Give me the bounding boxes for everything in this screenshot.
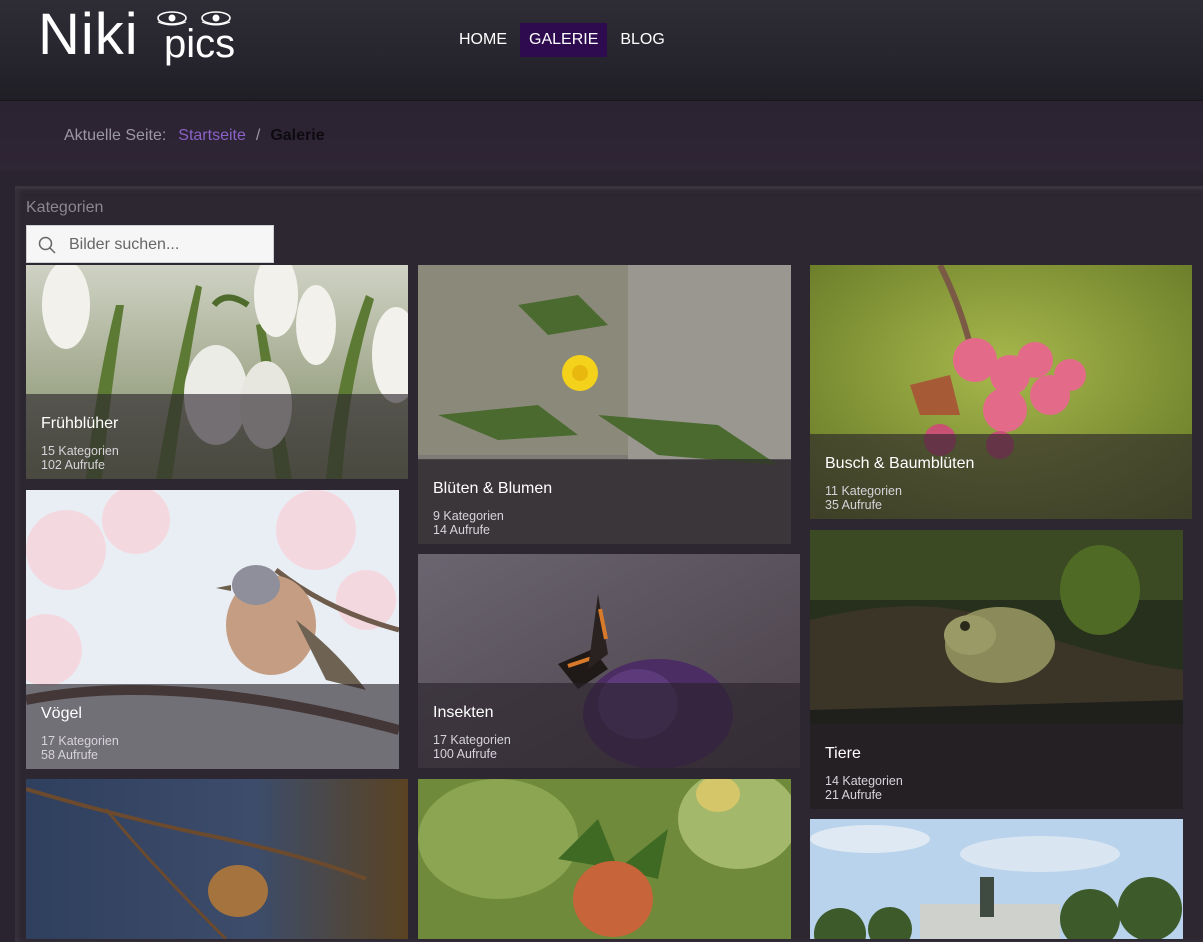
card-title: Busch & Baumblüten — [825, 455, 975, 472]
breadcrumb-home-link[interactable]: Startseite — [178, 127, 246, 145]
card-view-count: 102 Aufrufe — [41, 458, 105, 472]
gallery-card-partial-larch[interactable] — [26, 779, 408, 939]
card-category-count: 9 Kategorien — [433, 509, 504, 523]
card-meta: 15 Kategorien 102 Aufrufe — [41, 444, 119, 472]
site-logo[interactable]: Niki pics — [38, 2, 248, 72]
card-image — [26, 779, 408, 939]
main-nav: HOME GALERIE BLOG — [450, 23, 674, 57]
gallery-card-busch-baumblueten[interactable]: Busch & Baumblüten 11 Kategorien 35 Aufr… — [810, 265, 1192, 519]
card-meta: 17 Kategorien 100 Aufrufe — [433, 733, 511, 761]
search-box — [26, 225, 274, 264]
card-category-count: 17 Kategorien — [41, 734, 119, 748]
card-meta: 14 Kategorien 21 Aufrufe — [825, 774, 903, 802]
breadcrumb-prefix: Aktuelle Seite: — [64, 127, 167, 144]
gallery-card-blueten-blumen[interactable]: Blüten & Blumen 9 Kategorien 14 Aufrufe — [418, 265, 791, 544]
breadcrumb-separator: / — [255, 127, 261, 144]
gallery-card-tiere[interactable]: Tiere 14 Kategorien 21 Aufrufe — [810, 530, 1183, 809]
card-title: Tiere — [825, 745, 861, 762]
card-image — [810, 819, 1183, 939]
card-view-count: 100 Aufrufe — [433, 747, 497, 761]
gallery-card-partial-monument[interactable] — [810, 819, 1183, 939]
gallery-card-insekten[interactable]: Insekten 17 Kategorien 100 Aufrufe — [418, 554, 800, 768]
nav-galerie[interactable]: GALERIE — [520, 23, 608, 57]
card-category-count: 11 Kategorien — [825, 484, 902, 498]
logo-text-niki: Niki — [38, 2, 139, 67]
card-meta: 9 Kategorien 14 Aufrufe — [433, 509, 504, 537]
search-icon — [38, 236, 56, 254]
card-view-count: 58 Aufrufe — [41, 748, 98, 762]
card-meta: 11 Kategorien 35 Aufrufe — [825, 484, 902, 512]
card-category-count: 17 Kategorien — [433, 733, 511, 747]
nav-home[interactable]: HOME — [450, 23, 516, 57]
card-title: Insekten — [433, 704, 494, 721]
section-title: Kategorien — [26, 199, 104, 216]
breadcrumb: Aktuelle Seite: Startseite / Galerie — [64, 127, 325, 145]
gallery-card-partial-strawberry[interactable] — [418, 779, 791, 939]
nav-blog[interactable]: BLOG — [611, 23, 673, 57]
card-title: Frühblüher — [41, 415, 119, 432]
breadcrumb-current: Galerie — [270, 127, 325, 144]
card-meta: 17 Kategorien 58 Aufrufe — [41, 734, 119, 762]
card-view-count: 21 Aufrufe — [825, 788, 882, 802]
card-title: Blüten & Blumen — [433, 480, 553, 497]
site-header: Niki pics HOME GALERIE BLOG — [0, 0, 1203, 101]
search-input[interactable] — [67, 226, 271, 264]
logo-text-pics: pics — [164, 22, 236, 66]
card-category-count: 15 Kategorien — [41, 444, 119, 458]
card-view-count: 35 Aufrufe — [825, 498, 882, 512]
gallery-card-fruehblueher[interactable]: Frühblüher 15 Kategorien 102 Aufrufe — [26, 265, 408, 479]
gallery-card-voegel[interactable]: Vögel 17 Kategorien 58 Aufrufe — [26, 490, 399, 769]
card-image — [418, 779, 791, 939]
card-title: Vögel — [41, 705, 82, 722]
card-category-count: 14 Kategorien — [825, 774, 903, 788]
card-view-count: 14 Aufrufe — [433, 523, 490, 537]
